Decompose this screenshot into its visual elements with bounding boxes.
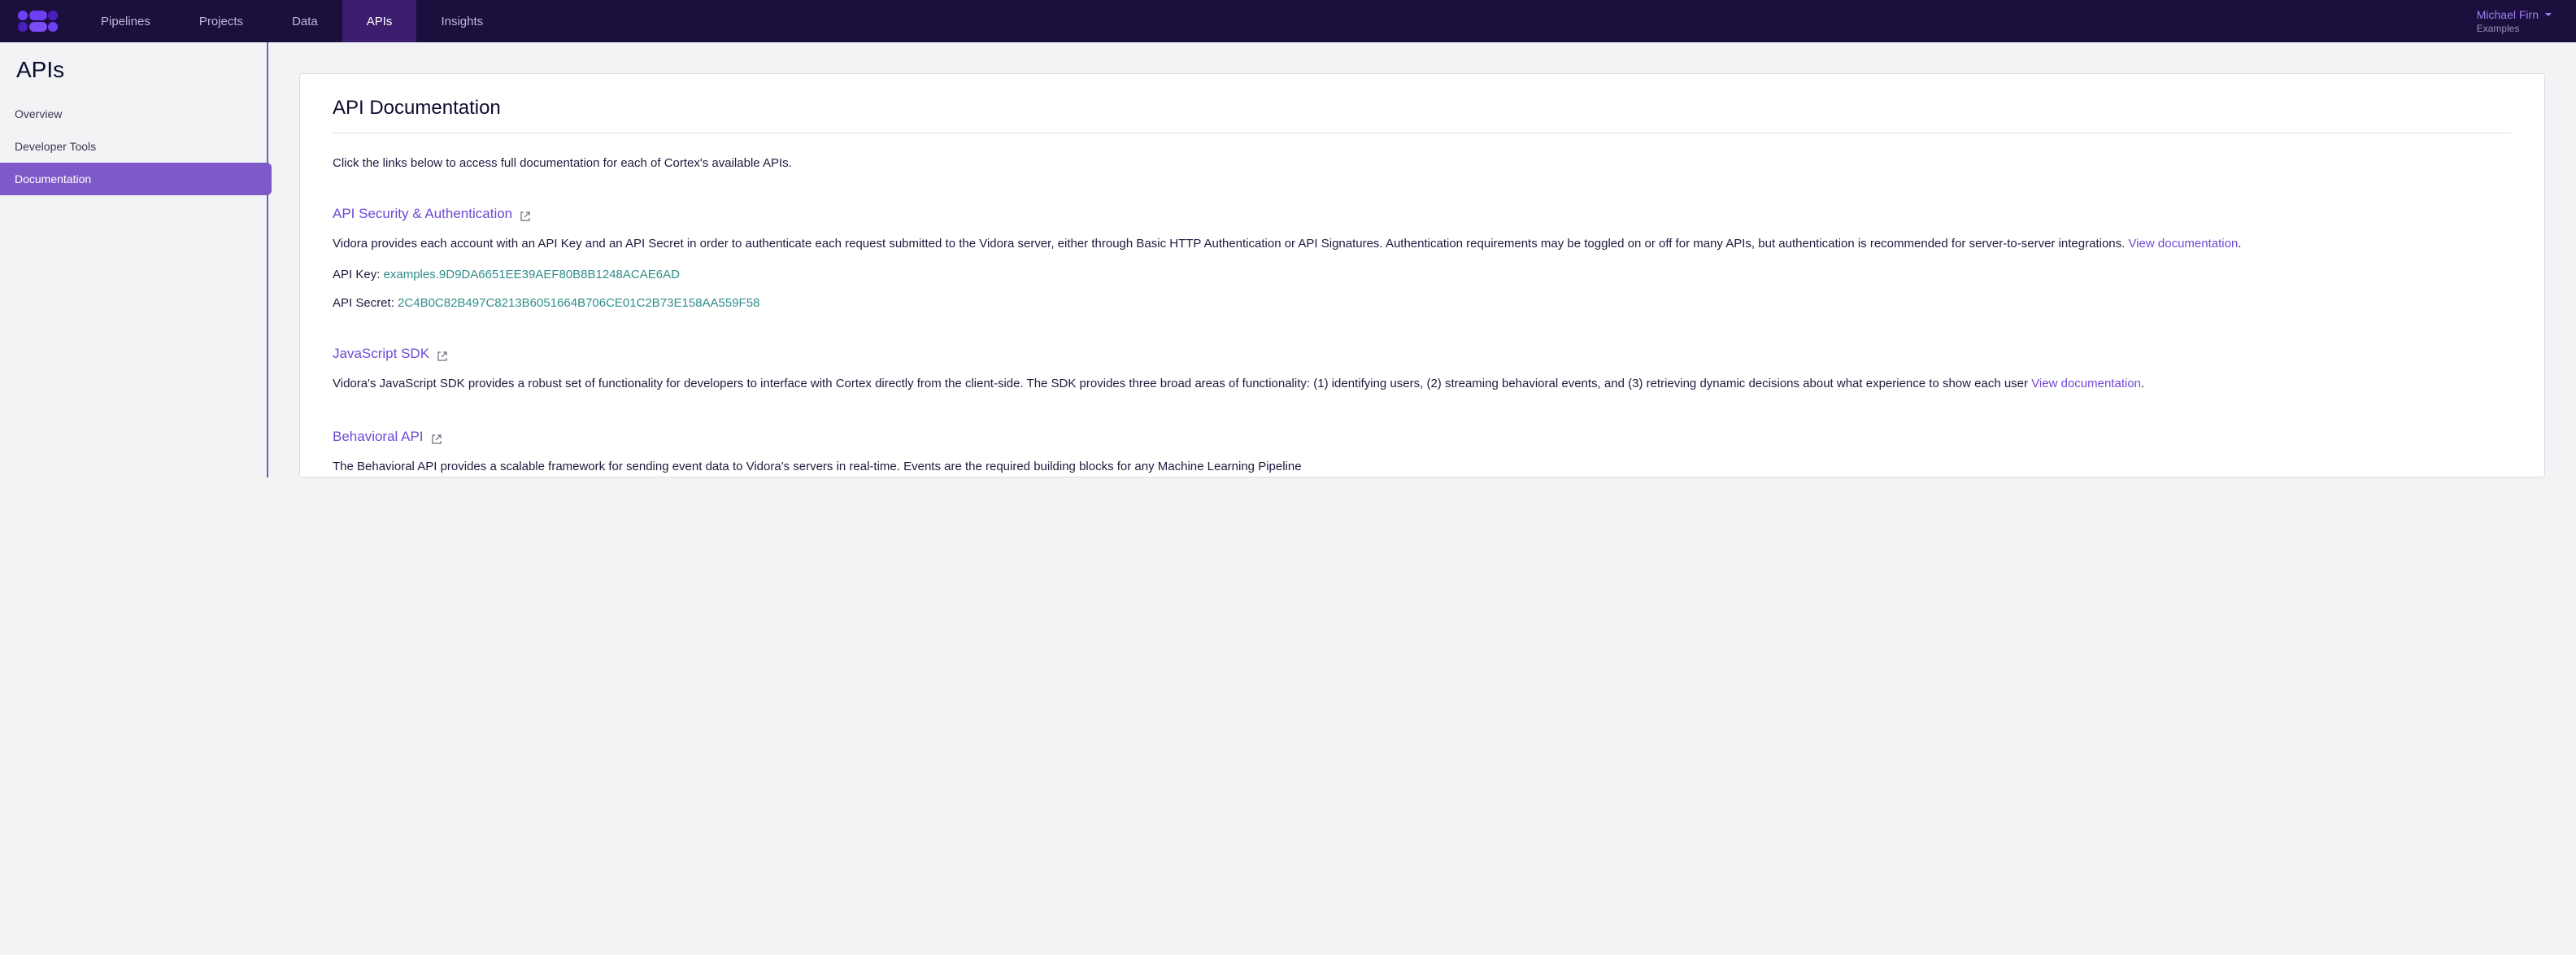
section-body-js-sdk: Vidora's JavaScript SDK provides a robus… [333,375,2512,393]
section-title-label: Behavioral API [333,429,424,445]
section-body-text: Vidora's JavaScript SDK provides a robus… [333,377,2031,390]
top-nav: Pipelines Projects Data APIs Insights Mi… [0,0,2576,42]
logo[interactable] [0,0,76,42]
section-title-label: API Security & Authentication [333,206,512,222]
section-title-js-sdk[interactable]: JavaScript SDK [333,346,447,362]
nav-projects[interactable]: Projects [175,0,268,42]
intro-text: Click the links below to access full doc… [333,156,2512,170]
external-link-icon [432,432,442,442]
external-link-icon [520,209,530,219]
section-api-security: API Security & Authentication Vidora pro… [333,206,2512,310]
chevron-down-icon [2545,13,2552,16]
section-js-sdk: JavaScript SDK Vidora's JavaScript SDK p… [333,346,2512,393]
api-key-value[interactable]: examples.9D9DA6651EE39AEF80B8B1248ACAE6A… [384,268,680,281]
section-title-behavioral-api[interactable]: Behavioral API [333,429,442,445]
api-key-label: API Key: [333,268,384,281]
user-menu[interactable]: Michael Firn Examples [2461,3,2576,39]
trailing-period: . [2238,237,2241,251]
api-secret-value[interactable]: 2C4B0C82B497C8213B6051664B706CE01C2B73E1… [398,296,759,310]
section-body-text: Vidora provides each account with an API… [333,237,2128,251]
page-title: API Documentation [333,97,2512,133]
user-name-label: Michael Firn [2477,8,2539,21]
sidebar-item-documentation[interactable]: Documentation [0,163,272,195]
section-title-label: JavaScript SDK [333,346,429,362]
api-secret-label: API Secret: [333,296,398,310]
main-content: API Documentation Click the links below … [268,42,2576,478]
sidebar: APIs Overview Developer Tools Documentat… [0,42,268,478]
sidebar-item-developer-tools[interactable]: Developer Tools [0,130,267,163]
user-sub-label: Examples [2477,23,2520,34]
section-body-text: The Behavioral API provides a scalable f… [333,460,1302,473]
api-key-row: API Key: examples.9D9DA6651EE39AEF80B8B1… [333,268,2512,281]
nav-data[interactable]: Data [268,0,342,42]
content-card: API Documentation Click the links below … [299,73,2545,478]
nav-items: Pipelines Projects Data APIs Insights [76,0,507,42]
section-behavioral-api: Behavioral API The Behavioral API provid… [333,429,2512,476]
nav-insights[interactable]: Insights [416,0,507,42]
nav-pipelines[interactable]: Pipelines [76,0,175,42]
view-documentation-link[interactable]: View documentation [2031,377,2141,390]
api-secret-row: API Secret: 2C4B0C82B497C8213B6051664B70… [333,296,2512,310]
nav-apis[interactable]: APIs [342,0,417,42]
sidebar-item-overview[interactable]: Overview [0,98,267,130]
external-link-icon [437,349,447,359]
trailing-period: . [2141,377,2144,390]
section-title-api-security[interactable]: API Security & Authentication [333,206,530,222]
section-body-api-security: Vidora provides each account with an API… [333,235,2512,253]
view-documentation-link[interactable]: View documentation [2128,237,2238,251]
section-body-behavioral-api: The Behavioral API provides a scalable f… [333,458,2512,476]
sidebar-title: APIs [0,57,267,98]
